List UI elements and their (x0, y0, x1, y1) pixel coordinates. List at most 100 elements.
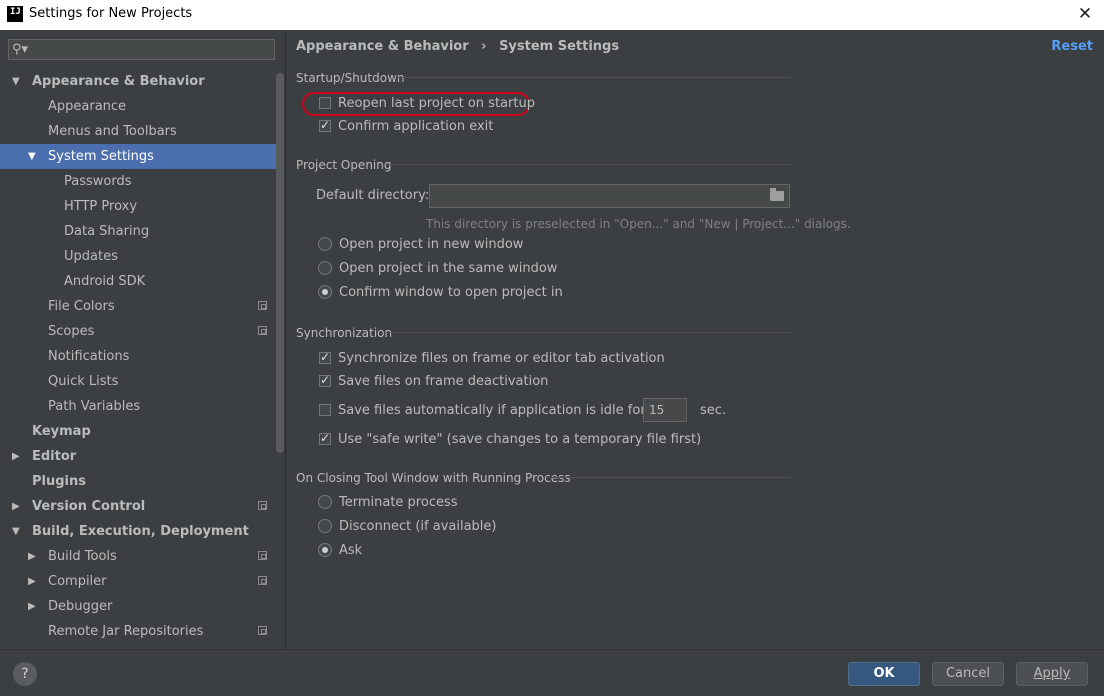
sidebar-item-label: Keymap (32, 424, 91, 439)
sidebar-item-data-sharing[interactable]: Data Sharing (0, 219, 285, 244)
intellij-logo-icon: IJ (7, 6, 23, 22)
directory-hint: This directory is preselected in "Open..… (426, 217, 851, 231)
project-copy-icon (258, 301, 267, 310)
sidebar-item-path-variables[interactable]: Path Variables (0, 394, 285, 419)
sidebar-item-appearance-behavior[interactable]: ▼ Appearance & Behavior (0, 69, 285, 94)
sidebar-item-label: Debugger (48, 599, 113, 614)
sidebar-item-build-tools[interactable]: ▶ Build Tools (0, 544, 285, 569)
expand-arrow-right-icon[interactable]: ▶ (28, 544, 40, 569)
sidebar-item-label: Build, Execution, Deployment (32, 524, 249, 539)
section-opening-title: Project Opening (296, 158, 392, 172)
sidebar-item-keymap[interactable]: Keymap (0, 419, 285, 444)
sidebar-item-plugins[interactable]: Plugins (0, 469, 285, 494)
default-directory-label: Default directory: (316, 188, 430, 203)
expand-arrow-right-icon[interactable]: ▶ (28, 594, 40, 619)
search-input[interactable]: ⚲▾ (8, 39, 275, 60)
checkbox-box (319, 97, 331, 109)
sidebar-item-label: File Colors (48, 299, 115, 314)
project-copy-icon (258, 326, 267, 335)
expand-arrow-down-icon[interactable]: ▼ (12, 519, 24, 544)
radio-circle (318, 543, 332, 557)
expand-arrow-right-icon[interactable]: ▶ (12, 444, 24, 469)
sidebar-item-label: Version Control (32, 499, 146, 514)
project-copy-icon (258, 626, 267, 635)
help-icon[interactable]: ? (13, 662, 37, 686)
expand-arrow-right-icon[interactable]: ▶ (12, 494, 24, 519)
terminate-process-radio[interactable]: Terminate process (318, 495, 458, 510)
default-directory-input[interactable] (429, 184, 790, 208)
checkbox-box (319, 350, 331, 364)
sidebar-item-editor[interactable]: ▶ Editor (0, 444, 285, 469)
save-on-deactivation-checkbox[interactable]: Save files on frame deactivation (319, 373, 548, 389)
sidebar-item-label: Build Tools (48, 549, 117, 564)
radio-circle (318, 261, 332, 275)
ok-button[interactable]: OK (848, 662, 920, 686)
breadcrumb-parent[interactable]: Appearance & Behavior (296, 39, 469, 54)
radio-circle (318, 519, 332, 533)
save-when-idle-checkbox[interactable]: Save files automatically if application … (319, 403, 646, 418)
sidebar-item-appearance[interactable]: Appearance (0, 94, 285, 119)
confirm-window-radio[interactable]: Confirm window to open project in (318, 285, 563, 300)
apply-button[interactable]: Apply (1016, 662, 1088, 686)
sidebar-scrollbar[interactable] (276, 73, 284, 453)
section-sync-title: Synchronization (296, 326, 393, 340)
sidebar-item-label: HTTP Proxy (64, 199, 138, 214)
expand-arrow-down-icon[interactable]: ▼ (28, 144, 40, 169)
open-new-window-radio[interactable]: Open project in new window (318, 237, 523, 252)
sidebar-item-remote-jar-repositories[interactable]: Remote Jar Repositories (0, 619, 285, 644)
section-divider (386, 332, 791, 333)
title-bar: IJ Settings for New Projects ✕ (0, 0, 1104, 30)
idle-seconds-input[interactable]: 15 (643, 398, 687, 422)
sidebar-item-label: Appearance (48, 99, 127, 114)
project-copy-icon (258, 576, 267, 585)
sidebar-item-label: Android SDK (64, 274, 146, 289)
sidebar-item-scopes[interactable]: Scopes (0, 319, 285, 344)
sidebar-item-notifications[interactable]: Notifications (0, 344, 285, 369)
sidebar-item-passwords[interactable]: Passwords (0, 169, 285, 194)
expand-arrow-right-icon[interactable]: ▶ (28, 569, 40, 594)
section-divider (386, 164, 791, 165)
cancel-button[interactable]: Cancel (932, 662, 1004, 686)
sidebar-item-file-colors[interactable]: File Colors (0, 294, 285, 319)
window-title: Settings for New Projects (29, 6, 193, 21)
confirm-exit-checkbox[interactable]: Confirm application exit (319, 118, 493, 134)
sidebar-item-label: Appearance & Behavior (32, 74, 205, 89)
sidebar-item-label: Passwords (64, 174, 132, 189)
sidebar-item-updates[interactable]: Updates (0, 244, 285, 269)
ask-radio[interactable]: Ask (318, 543, 362, 558)
open-same-window-radio[interactable]: Open project in the same window (318, 261, 557, 276)
sidebar-item-quick-lists[interactable]: Quick Lists (0, 369, 285, 394)
radio-circle (318, 495, 332, 509)
safe-write-checkbox[interactable]: Use "safe write" (save changes to a temp… (319, 431, 701, 447)
sidebar-item-debugger[interactable]: ▶ Debugger (0, 594, 285, 619)
checkbox-box (319, 431, 331, 445)
sidebar-item-label: Remote Jar Repositories (48, 624, 204, 639)
folder-icon[interactable] (770, 188, 784, 201)
sync-files-checkbox[interactable]: Synchronize files on frame or editor tab… (319, 350, 665, 366)
sidebar-item-label: Compiler (48, 574, 107, 589)
sidebar-item-label: Notifications (48, 349, 130, 364)
search-icon: ⚲▾ (12, 42, 29, 57)
reset-link[interactable]: Reset (1051, 39, 1093, 54)
sidebar-item-compiler[interactable]: ▶ Compiler (0, 569, 285, 594)
sidebar-item-label: Scopes (48, 324, 95, 339)
sidebar-item-build-execution-deployment[interactable]: ▼ Build, Execution, Deployment (0, 519, 285, 544)
sidebar-item-http-proxy[interactable]: HTTP Proxy (0, 194, 285, 219)
idle-seconds-unit: sec. (700, 403, 727, 418)
sidebar-item-android-sdk[interactable]: Android SDK (0, 269, 285, 294)
sidebar-item-menus-and-toolbars[interactable]: Menus and Toolbars (0, 119, 285, 144)
section-startup-title: Startup/Shutdown (296, 71, 405, 85)
breadcrumb-separator-icon: › (481, 39, 487, 54)
checkbox-box (319, 373, 331, 387)
reopen-last-project-checkbox[interactable]: Reopen last project on startup (319, 96, 535, 111)
sidebar-item-label: Quick Lists (48, 374, 119, 389)
disconnect-radio[interactable]: Disconnect (if available) (318, 519, 497, 534)
sidebar-item-label: Data Sharing (64, 224, 150, 239)
sidebar-item-version-control[interactable]: ▶ Version Control (0, 494, 285, 519)
sidebar-item-label: Plugins (32, 474, 86, 489)
close-icon[interactable]: ✕ (1074, 3, 1096, 25)
expand-arrow-down-icon[interactable]: ▼ (12, 69, 24, 94)
breadcrumb: Appearance & Behavior › System Settings (296, 39, 619, 54)
checkbox-box (319, 404, 331, 416)
sidebar-item-system-settings[interactable]: ▼ System Settings (0, 144, 284, 169)
